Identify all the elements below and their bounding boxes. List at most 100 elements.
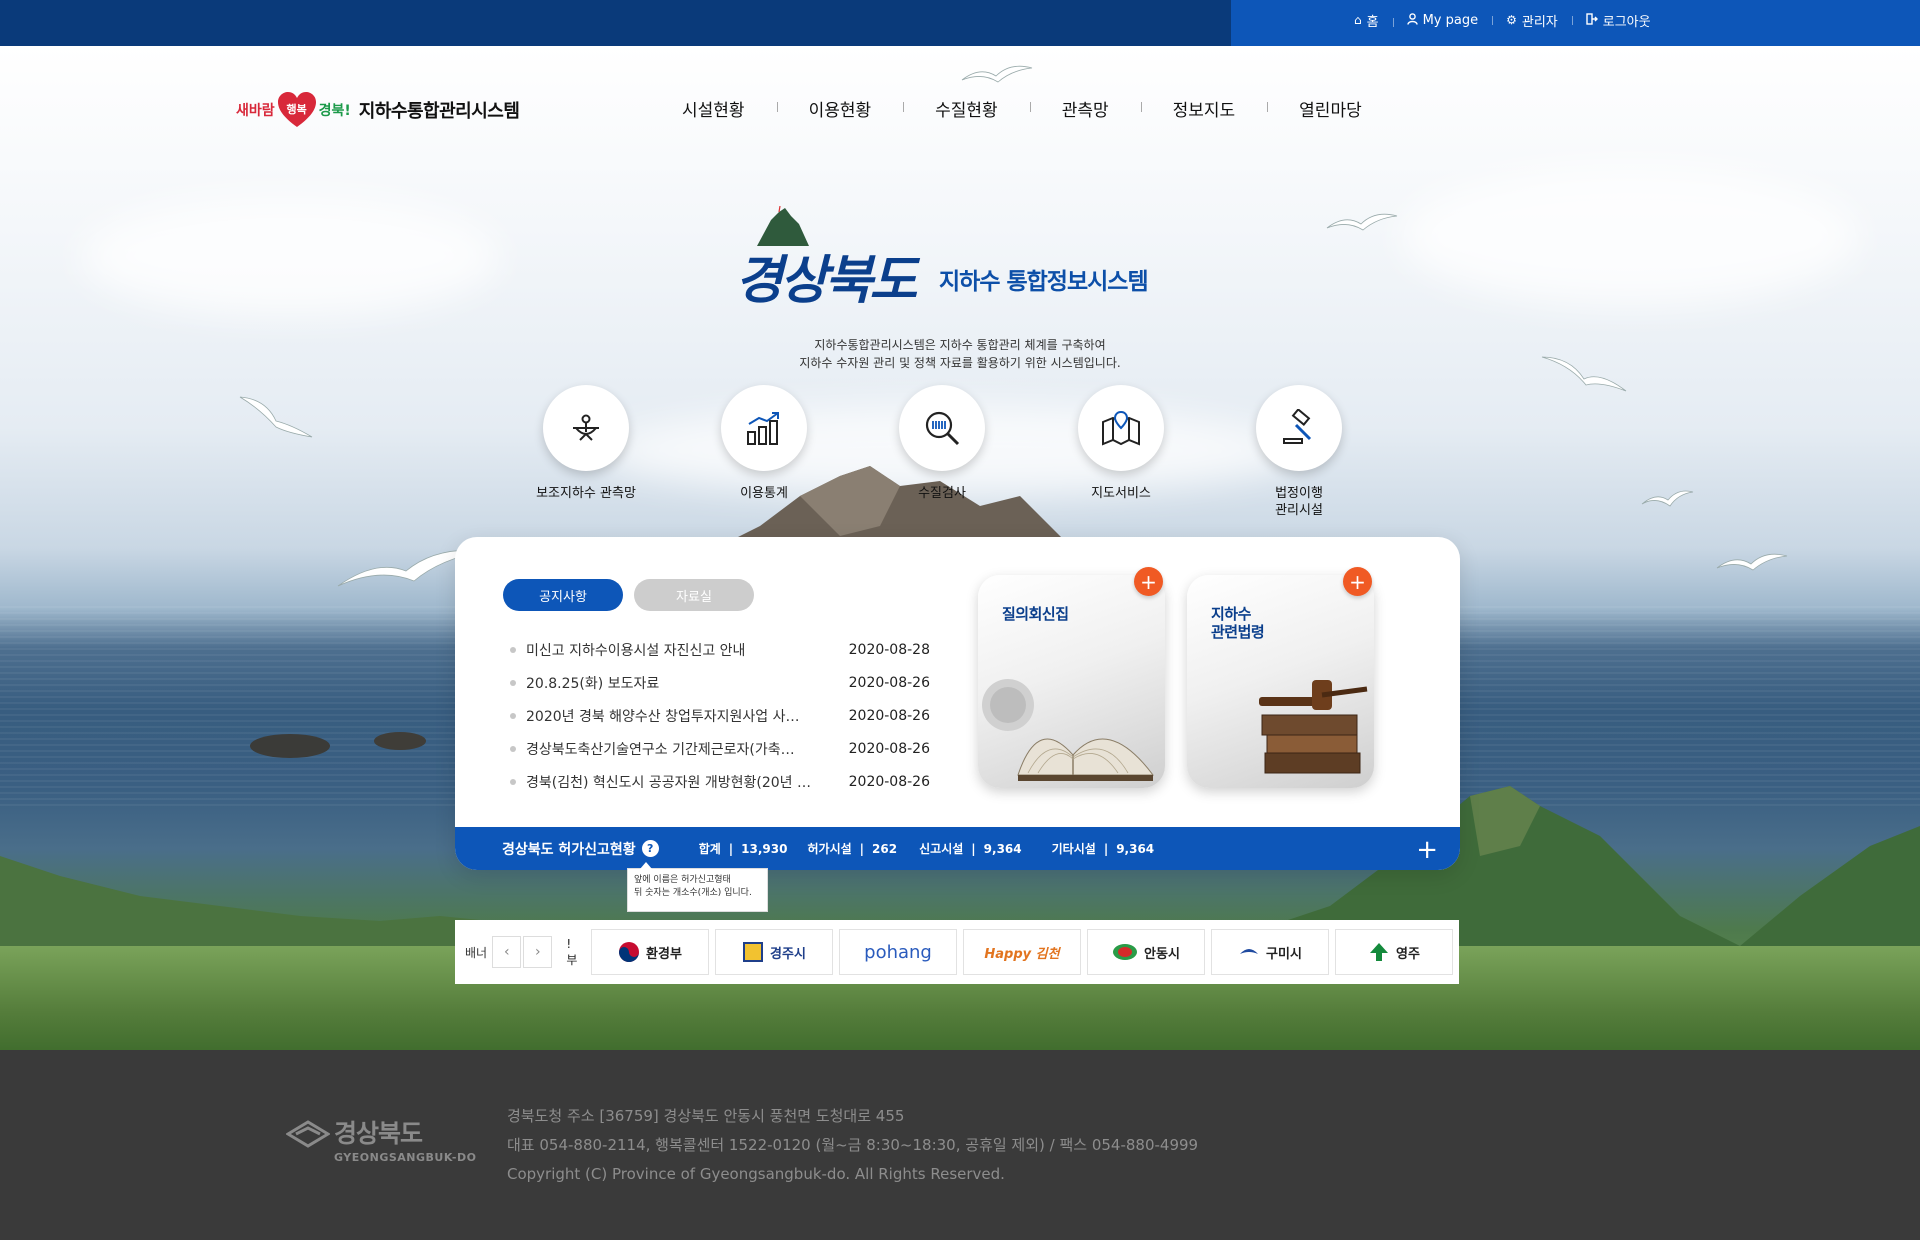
list-item[interactable]: 경상북도축산기술연구소 기간제근로자(가축… 2020-08-26 (510, 732, 930, 765)
footer-contact: 대표 054-880-2114, 행복콜센터 1522-0120 (월~금 8:… (507, 1136, 1199, 1154)
heart-text: 행복 (286, 103, 307, 116)
banner-gumi[interactable]: 구미시 (1211, 929, 1329, 975)
logo-slogan: 새바람 행복 경북! (236, 91, 351, 129)
mypage-link[interactable]: My page (1392, 13, 1493, 28)
intro-line: 지하수통합관리시스템은 지하수 통합관리 체계를 구축하여 (814, 338, 1106, 352)
home-label: 홈 (1366, 14, 1379, 30)
qa-more-button[interactable]: + (1134, 567, 1163, 596)
footer-address: 경북도청 주소 [36759] 경상북도 안동시 풍천면 도청대로 455 (507, 1107, 905, 1125)
notice-date: 2020-08-26 (848, 740, 930, 757)
quick-link-observation[interactable]: 보조지하수 관측망 (521, 385, 651, 502)
bullet (510, 712, 516, 719)
nav-info-map[interactable]: 정보지도 (1140, 96, 1268, 121)
taegeuk-icon (619, 942, 640, 962)
tooltip-line: 앞에 이름은 허가신고형태 (634, 875, 731, 885)
quick-link-map-service[interactable]: 지도서비스 (1056, 385, 1186, 502)
footer-logo: 경상북도 GYEONGSANGBUK-DO (286, 1114, 476, 1164)
bullet (510, 745, 516, 752)
notice-date: 2020-08-26 (848, 707, 930, 724)
footer-logo-en: GYEONGSANGBUK-DO (334, 1151, 477, 1164)
nav-water-quality[interactable]: 수질현황 (903, 96, 1030, 121)
list-item[interactable]: 미신고 지하수이용시설 자진신고 안내 2020-08-28 (510, 633, 930, 666)
gyeongbuk-emblem-icon (286, 1120, 330, 1148)
banner-andong[interactable]: 안동시 (1087, 929, 1205, 975)
tab-notice[interactable]: 공지사항 (503, 579, 623, 611)
banner-gimcheon[interactable]: Happy 김천 (963, 929, 1081, 975)
quick-label: 법정이행 관리시설 (1275, 486, 1323, 518)
quick-link-legal-facility[interactable]: 법정이행 관리시설 (1234, 385, 1364, 519)
home-link[interactable]: ⌂ 홈 (1340, 11, 1393, 30)
admin-link[interactable]: ⚙ 관리자 (1492, 11, 1572, 30)
stat-separator: | (859, 841, 865, 856)
gear-icon: ⚙ (1506, 13, 1517, 27)
banner-prev-button[interactable]: ‹ (492, 936, 522, 968)
stat-total: 합계 | 13,930 (699, 840, 788, 857)
gavel-books-icon (1259, 680, 1368, 774)
banner-strip: 배너 ‹ › !부 환경부 경주시 pohang Happy 김천 안동시 구미… (455, 920, 1459, 984)
quick-circle (899, 385, 985, 471)
permit-status-bar: 경상북도 허가신고현황 ? 합계 | 13,930 허가시설 | 262 신고시… (455, 827, 1460, 870)
banner-ministry-env[interactable]: 환경부 (591, 929, 709, 975)
bullet (510, 646, 516, 653)
quick-link-usage-stats[interactable]: 이용통계 (699, 385, 829, 502)
quick-label: 지도서비스 (1091, 486, 1151, 501)
logout-link[interactable]: 로그아웃 (1571, 11, 1665, 30)
nav-facility-status[interactable]: 시설현황 (650, 96, 777, 121)
logout-label: 로그아웃 (1602, 14, 1651, 30)
yeongju-emblem-icon (1370, 943, 1389, 961)
banner-yeongju[interactable]: 영주 (1335, 929, 1453, 975)
banner-logos: 환경부 경주시 pohang Happy 김천 안동시 구미시 영주 (591, 929, 1459, 975)
quick-link-water-test[interactable]: 수질검사 (877, 385, 1007, 502)
status-title: 경상북도 허가신고현황 (502, 841, 636, 858)
banner-next-button[interactable]: › (523, 936, 553, 968)
quick-circle (721, 385, 807, 471)
seagull-icon (1716, 553, 1788, 571)
stat-other: 기타시설 | 9,364 (1052, 840, 1155, 857)
stat-label: 허가시설 (807, 842, 852, 856)
banner-pohang[interactable]: pohang (839, 929, 957, 975)
qa-collection-card[interactable]: 질의회신집 (978, 575, 1165, 788)
banner-logo-text: 영주 (1396, 946, 1420, 962)
home-icon: ⌂ (1354, 13, 1362, 27)
intro-line: 지하수 수자원 관리 및 정책 자료를 활용하기 위한 시스템입니다. (799, 356, 1121, 370)
list-item[interactable]: 경북(김천) 혁신도시 공공자원 개방현황(20년 … 2020-08-26 (510, 765, 930, 798)
quick-circle (1078, 385, 1164, 471)
main-nav: 시설현황 이용현황 수질현황 관측망 정보지도 열린마당 (650, 96, 1394, 121)
stat-label: 합계 (698, 842, 721, 856)
stat-report: 신고시설 | 9,364 (919, 840, 1022, 857)
seagull-icon (1541, 356, 1627, 392)
law-card[interactable]: 지하수 관련법령 (1187, 575, 1374, 788)
site-logo[interactable]: 새바람 행복 경북! 지하수통합관리시스템 (236, 88, 520, 132)
list-item[interactable]: 2020년 경북 해양수산 창업투자지원사업 사… 2020-08-26 (510, 699, 930, 732)
notice-date: 2020-08-28 (848, 641, 930, 658)
nav-observation[interactable]: 관측망 (1029, 96, 1141, 121)
banner-logo-text: 경주시 (770, 946, 806, 962)
magnifier-icon (925, 411, 960, 446)
stat-label: 기타시설 (1051, 842, 1096, 856)
seagull-icon (1641, 490, 1694, 507)
stat-value: 13,930 (741, 841, 788, 856)
nav-usage-status[interactable]: 이용현황 (776, 96, 904, 121)
banner-logo-text: 환경부 (646, 946, 682, 962)
andong-emblem-icon (1113, 944, 1138, 960)
stat-label: 신고시설 (919, 842, 964, 856)
bar-chart-icon (747, 412, 779, 445)
help-icon[interactable]: ? (641, 840, 659, 857)
banner-logo-text: pohang (864, 941, 932, 963)
status-more-button[interactable]: + (1416, 835, 1438, 865)
stat-value: 9,364 (983, 841, 1022, 856)
banner-gyeongju[interactable]: 경주시 (715, 929, 833, 975)
notice-date: 2020-08-26 (848, 674, 930, 691)
content-panel: 공지사항 자료실 미신고 지하수이용시설 자진신고 안내 2020-08-28 … (455, 537, 1460, 870)
brand-subtitle: 지하수 통합정보시스템 (939, 269, 1149, 295)
cloud (1400, 166, 1860, 306)
nav-open-forum[interactable]: 열린마당 (1267, 96, 1394, 121)
law-more-button[interactable]: + (1343, 567, 1372, 596)
list-item[interactable]: 20.8.25(화) 보도자료 2020-08-26 (510, 666, 930, 699)
intro-text: 지하수통합관리시스템은 지하수 통합관리 체계를 구축하여 지하수 수자원 관리… (700, 336, 1220, 372)
logo-title: 지하수통합관리시스템 (358, 101, 520, 122)
tab-archive[interactable]: 자료실 (634, 579, 754, 611)
hero-title: 경상북도 지하수 통합정보시스템 (735, 206, 1185, 320)
footer-info: 경북도청 주소 [36759] 경상북도 안동시 풍천면 도청대로 455 대표… (507, 1102, 1198, 1189)
stat-separator: | (971, 841, 976, 856)
